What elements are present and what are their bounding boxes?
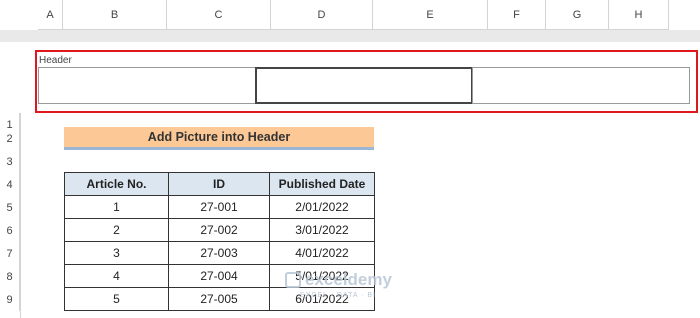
sheet-left-margin	[21, 113, 36, 318]
table-header-article-no[interactable]: Article No.	[64, 172, 169, 196]
row-header-9[interactable]: 9	[0, 288, 20, 311]
watermark-name: exceldemy	[305, 270, 392, 289]
column-header-d[interactable]: D	[271, 0, 373, 30]
page-gap	[0, 30, 700, 42]
table-row: 5 27-005 6/01/2022	[64, 287, 375, 311]
table-cell[interactable]: 3	[64, 241, 169, 265]
table-header-published-date[interactable]: Published Date	[269, 172, 375, 196]
header-center-section[interactable]	[255, 67, 473, 104]
articles-table: Article No. ID Published Date 1 27-001 2…	[64, 172, 375, 311]
table-cell[interactable]: 4/01/2022	[269, 241, 375, 265]
header-label: Header	[39, 55, 72, 66]
column-header-c[interactable]: C	[167, 0, 271, 30]
row-header-3[interactable]: 3	[0, 150, 20, 173]
table-cell[interactable]: 6/01/2022	[269, 287, 375, 311]
sheet-title-cell[interactable]: Add Picture into Header	[64, 127, 374, 150]
table-cell[interactable]: 27-004	[168, 264, 270, 288]
table-cell[interactable]: 27-003	[168, 241, 270, 265]
table-row: 3 27-003 4/01/2022	[64, 241, 375, 265]
column-header-h[interactable]: H	[609, 0, 669, 30]
column-header-f[interactable]: F	[488, 0, 546, 30]
table-header-id[interactable]: ID	[168, 172, 270, 196]
row-header-2[interactable]: 2	[0, 127, 20, 150]
table-cell[interactable]: 27-001	[168, 195, 270, 219]
row-header-6[interactable]: 6	[0, 219, 20, 242]
table-cell[interactable]: 3/01/2022	[269, 218, 375, 242]
row-header-8[interactable]: 8	[0, 265, 20, 288]
table-cell[interactable]: 27-002	[168, 218, 270, 242]
column-header-a[interactable]: A	[38, 0, 63, 30]
row-header-5[interactable]: 5	[0, 196, 20, 219]
table-row: 2 27-002 3/01/2022	[64, 218, 375, 242]
watermark-logo-icon	[285, 272, 301, 288]
column-header-g[interactable]: G	[546, 0, 609, 30]
table-row: 1 27-001 2/01/2022	[64, 195, 375, 219]
row-header-4[interactable]: 4	[0, 173, 20, 196]
select-all-corner[interactable]	[0, 0, 38, 30]
table-cell[interactable]: 1	[64, 195, 169, 219]
header-left-section[interactable]	[38, 67, 256, 104]
row-header-7[interactable]: 7	[0, 242, 20, 265]
table-cell[interactable]: 2	[64, 218, 169, 242]
watermark: exceldemy	[285, 270, 392, 290]
watermark-tagline: EXCEL · DATA · BI	[300, 292, 376, 299]
header-right-section[interactable]	[472, 67, 690, 104]
table-cell[interactable]: 4	[64, 264, 169, 288]
table-cell[interactable]: 27-005	[168, 287, 270, 311]
table-cell[interactable]: 5	[64, 287, 169, 311]
table-header-row: Article No. ID Published Date	[64, 172, 375, 196]
table-cell[interactable]: 2/01/2022	[269, 195, 375, 219]
column-header-b[interactable]: B	[63, 0, 167, 30]
column-header-e[interactable]: E	[373, 0, 488, 30]
column-header-bar: A B C D E F G H	[0, 0, 700, 30]
